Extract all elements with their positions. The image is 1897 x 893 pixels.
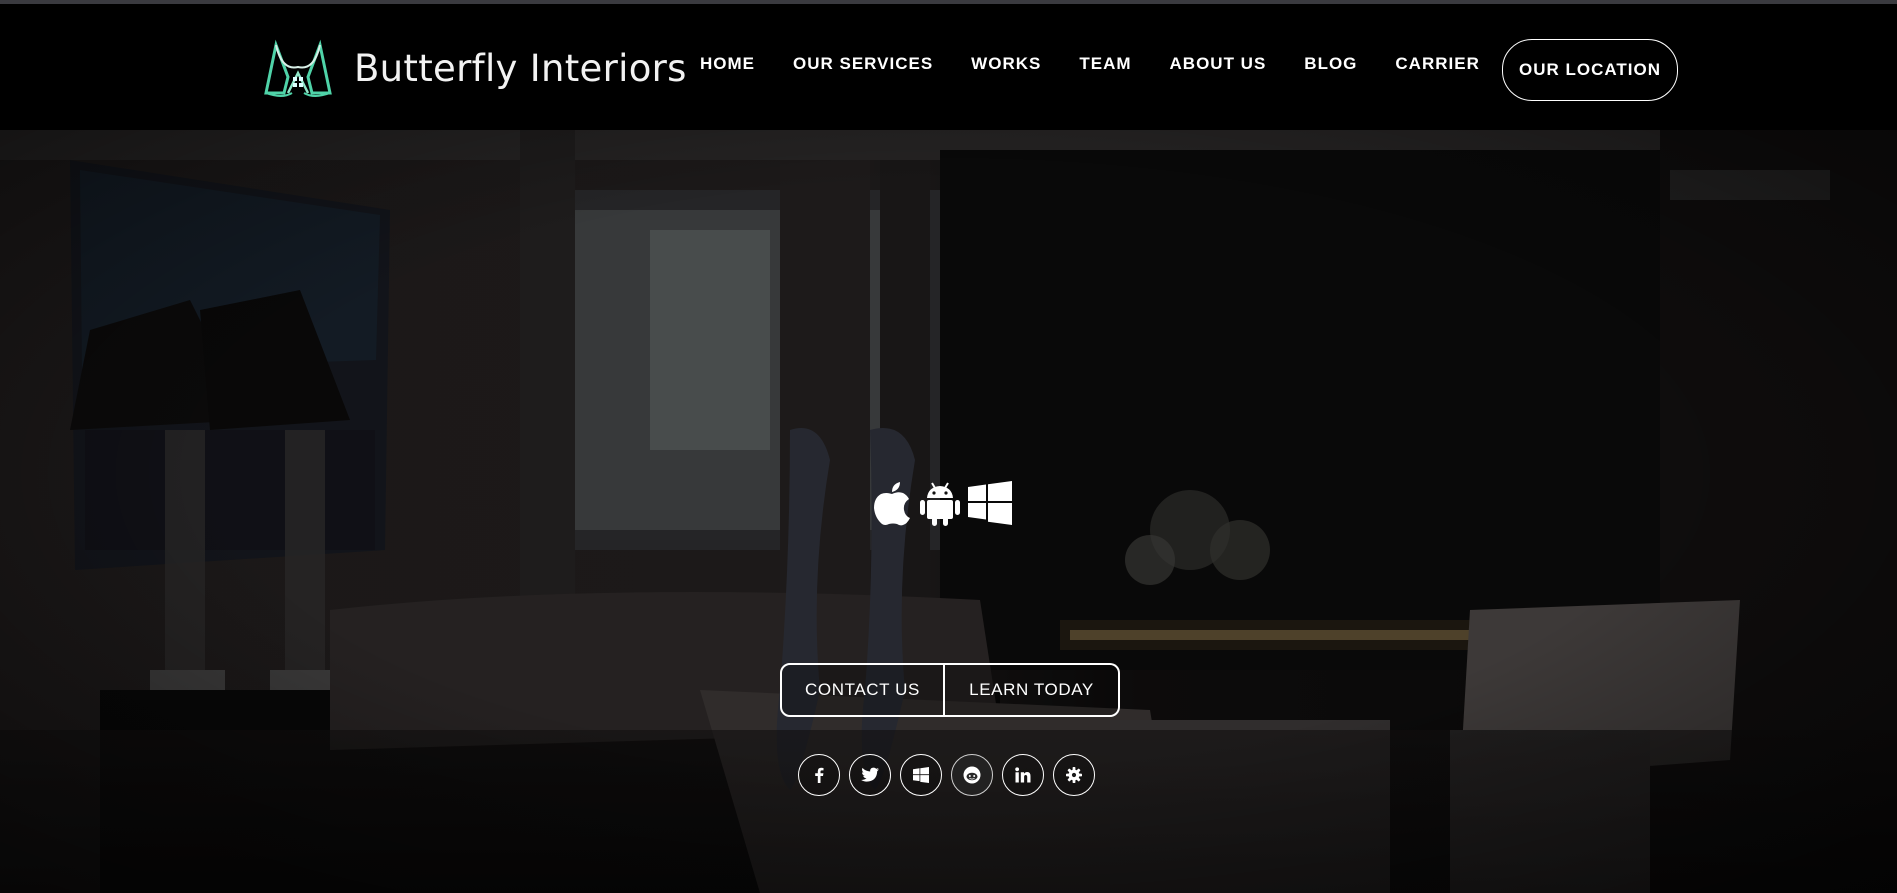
main-nav: HOME OUR SERVICES WORKS TEAM ABOUT US BL… <box>700 54 1480 74</box>
contact-us-button[interactable]: CONTACT US <box>780 663 945 717</box>
twitter-link[interactable] <box>849 754 891 796</box>
windows-link[interactable] <box>900 754 942 796</box>
nav-works[interactable]: WORKS <box>971 54 1041 74</box>
butterfly-logo-icon <box>264 39 332 97</box>
twitter-icon <box>861 767 879 782</box>
facebook-icon <box>815 767 824 783</box>
settings-icon <box>1066 767 1082 783</box>
brand-name: Butterfly Interiors <box>354 46 687 90</box>
apple-icon[interactable] <box>872 480 912 531</box>
cta-button-group: CONTACT US LEARN TODAY <box>780 663 1120 717</box>
linkedin-link[interactable] <box>1002 754 1044 796</box>
nav-carrier[interactable]: CARRIER <box>1395 54 1479 74</box>
android-icon[interactable] <box>920 480 960 531</box>
nav-team[interactable]: TEAM <box>1079 54 1131 74</box>
windows-icon[interactable] <box>968 481 1012 530</box>
nav-our-services[interactable]: OUR SERVICES <box>793 54 933 74</box>
reddit-icon <box>963 766 981 784</box>
social-links <box>798 754 1095 796</box>
nav-about-us[interactable]: ABOUT US <box>1170 54 1267 74</box>
brand[interactable]: Butterfly Interiors <box>262 36 687 100</box>
nav-home[interactable]: HOME <box>700 54 755 74</box>
facebook-link[interactable] <box>798 754 840 796</box>
our-location-button[interactable]: OUR LOCATION <box>1502 39 1678 101</box>
reddit-link[interactable] <box>951 754 993 796</box>
windows-icon <box>913 767 929 783</box>
nav-blog[interactable]: BLOG <box>1304 54 1357 74</box>
platform-icons <box>872 480 1012 531</box>
hero-section: CONTACT US LEARN TODAY <box>0 130 1897 893</box>
linkedin-icon <box>1015 767 1031 783</box>
top-navbar: Butterfly Interiors HOME OUR SERVICES WO… <box>0 4 1897 130</box>
settings-link[interactable] <box>1053 754 1095 796</box>
learn-today-button[interactable]: LEARN TODAY <box>945 663 1120 717</box>
